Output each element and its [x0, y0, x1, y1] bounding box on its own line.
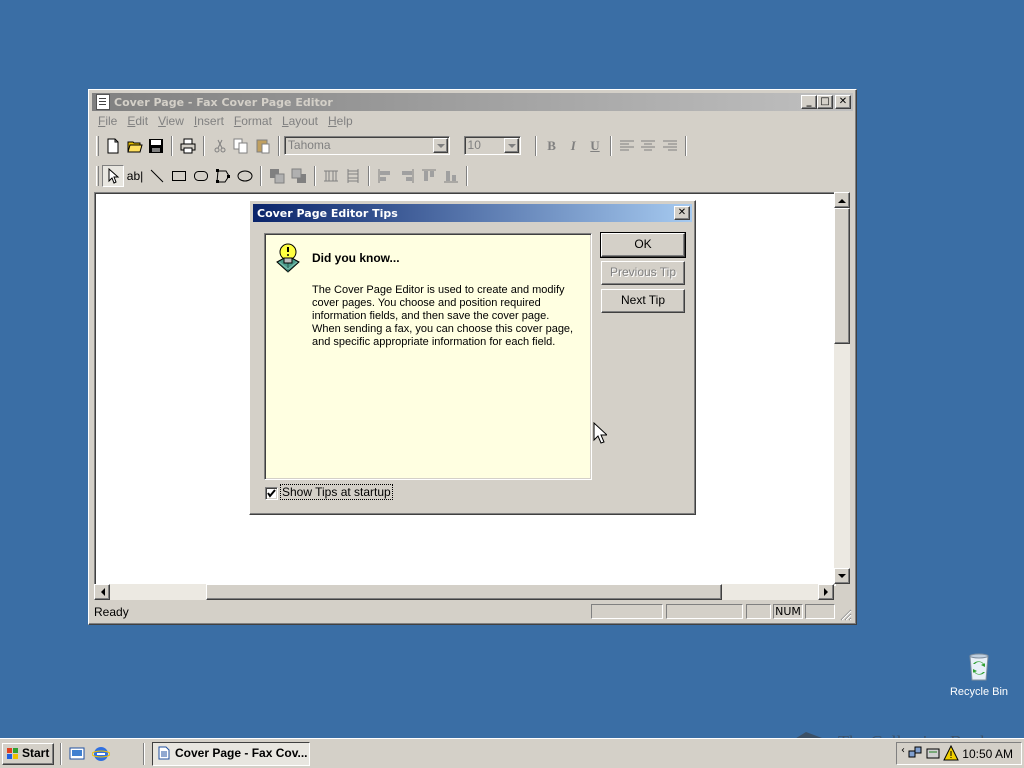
scroll-left-icon[interactable]: [94, 584, 110, 600]
italic-icon[interactable]: I: [562, 135, 584, 157]
bring-to-front-icon[interactable]: [266, 165, 288, 187]
font-name-combo[interactable]: Tahoma: [283, 136, 450, 155]
open-icon[interactable]: [124, 135, 146, 157]
status-panel: [666, 604, 743, 619]
font-name-value: Tahoma: [287, 138, 331, 152]
menu-bar: File Edit View Insert Format Layout Help: [93, 111, 852, 130]
align-left-icon[interactable]: [616, 135, 638, 157]
copy-icon[interactable]: [231, 135, 253, 157]
tip-panel: Did you know... The Cover Page Editor is…: [264, 233, 592, 480]
windows-logo-icon: [7, 748, 18, 759]
menu-insert[interactable]: Insert: [189, 114, 229, 128]
tips-dialog: Cover Page Editor Tips ✕ Did you know...…: [249, 200, 696, 515]
align-right-objects-icon[interactable]: [396, 165, 418, 187]
status-bar: Ready NUM: [93, 603, 852, 621]
document-icon: [158, 746, 170, 765]
scroll-down-icon[interactable]: [834, 568, 850, 584]
recycle-bin-icon: [969, 653, 989, 681]
tip-heading: Did you know...: [312, 251, 400, 265]
menu-layout[interactable]: Layout: [277, 114, 323, 128]
select-pointer-icon[interactable]: [102, 164, 124, 187]
vertical-scroll-thumb[interactable]: [834, 208, 850, 344]
taskbar: Start Cover Page - Fax Cov... ‹ 10:50 AM: [0, 738, 1024, 768]
lightbulb-icon: [276, 243, 300, 273]
text-tool-icon[interactable]: ab|: [124, 165, 146, 187]
align-right-icon[interactable]: [659, 135, 681, 157]
ellipse-tool-icon[interactable]: [234, 165, 256, 187]
align-center-icon[interactable]: [638, 135, 660, 157]
show-desktop-icon[interactable]: [68, 745, 86, 763]
clock: 10:50 AM: [962, 747, 1013, 761]
scroll-right-icon[interactable]: [818, 584, 834, 600]
recycle-bin[interactable]: Recycle Bin: [946, 650, 1012, 698]
align-top-objects-icon[interactable]: [418, 165, 440, 187]
print-icon[interactable]: [177, 135, 199, 157]
taskbar-cover-page-button[interactable]: Cover Page - Fax Cov...: [152, 742, 310, 766]
mouse-cursor-icon: [593, 422, 607, 444]
system-tray: ‹ 10:50 AM: [896, 742, 1022, 765]
recycle-bin-label: Recycle Bin: [949, 686, 1009, 698]
paste-icon[interactable]: [252, 135, 274, 157]
close-button[interactable]: ✕: [835, 95, 851, 109]
standard-toolbar: Tahoma 10 B I U: [94, 133, 691, 158]
dialog-close-button[interactable]: ✕: [674, 206, 690, 220]
chevron-down-icon[interactable]: [432, 138, 448, 153]
fax-monitor-icon[interactable]: [925, 745, 941, 761]
task-label: Cover Page - Fax Cov...: [175, 746, 308, 760]
tray-expand-icon[interactable]: ‹: [901, 745, 905, 756]
scroll-up-icon[interactable]: [834, 192, 850, 208]
menu-help[interactable]: Help: [323, 114, 358, 128]
num-lock-indicator: NUM: [773, 604, 803, 619]
new-icon[interactable]: [102, 135, 124, 157]
tip-text: The Cover Page Editor is used to create …: [312, 284, 574, 348]
previous-tip-button[interactable]: Previous Tip: [601, 261, 685, 285]
next-tip-button[interactable]: Next Tip: [601, 289, 685, 313]
font-size-combo[interactable]: 10: [463, 136, 521, 155]
dialog-title: Cover Page Editor Tips: [257, 206, 398, 220]
status-panel: [591, 604, 663, 619]
space-down-icon[interactable]: [342, 165, 364, 187]
status-text: Ready: [94, 605, 129, 619]
menu-view[interactable]: View: [153, 114, 189, 128]
align-bottom-objects-icon[interactable]: [440, 165, 462, 187]
internet-explorer-icon[interactable]: [91, 745, 111, 763]
main-window-title: Cover Page - Fax Cover Page Editor: [114, 95, 333, 109]
dialog-titlebar[interactable]: Cover Page Editor Tips ✕: [253, 204, 692, 222]
start-label: Start: [22, 746, 50, 760]
menu-format[interactable]: Format: [229, 114, 277, 128]
line-tool-icon[interactable]: [146, 165, 168, 187]
resize-grip-icon[interactable]: [840, 609, 852, 621]
maximize-button[interactable]: □: [817, 95, 833, 109]
align-left-objects-icon[interactable]: [374, 165, 396, 187]
menu-edit[interactable]: Edit: [122, 114, 153, 128]
space-across-icon[interactable]: [320, 165, 342, 187]
send-to-back-icon[interactable]: [288, 165, 310, 187]
bold-icon[interactable]: B: [541, 135, 563, 157]
underline-icon[interactable]: U: [584, 135, 606, 157]
warning-icon[interactable]: [943, 745, 959, 761]
chevron-down-icon[interactable]: [503, 138, 519, 153]
status-panel: [746, 604, 771, 619]
network-icon[interactable]: [907, 745, 923, 761]
ok-button[interactable]: OK: [600, 232, 686, 258]
rectangle-tool-icon[interactable]: [168, 165, 190, 187]
horizontal-scrollbar[interactable]: [94, 584, 834, 600]
document-icon: [96, 94, 110, 110]
vertical-scrollbar[interactable]: [834, 192, 850, 584]
main-titlebar[interactable]: Cover Page - Fax Cover Page Editor _ □ ✕: [92, 93, 853, 111]
minimize-button[interactable]: _: [801, 95, 817, 109]
menu-file[interactable]: File: [93, 114, 122, 128]
horizontal-scroll-thumb[interactable]: [206, 584, 722, 600]
save-icon[interactable]: [145, 135, 167, 157]
start-button[interactable]: Start: [2, 743, 54, 765]
show-tips-label[interactable]: Show Tips at startup: [280, 484, 393, 500]
status-panel: [805, 604, 835, 619]
polygon-tool-icon[interactable]: [212, 165, 234, 187]
font-size-value: 10: [467, 138, 481, 152]
drawing-toolbar: ab|: [94, 163, 474, 188]
show-tips-checkbox[interactable]: [265, 487, 278, 500]
rounded-rectangle-tool-icon[interactable]: [190, 165, 212, 187]
cut-icon[interactable]: [209, 135, 231, 157]
